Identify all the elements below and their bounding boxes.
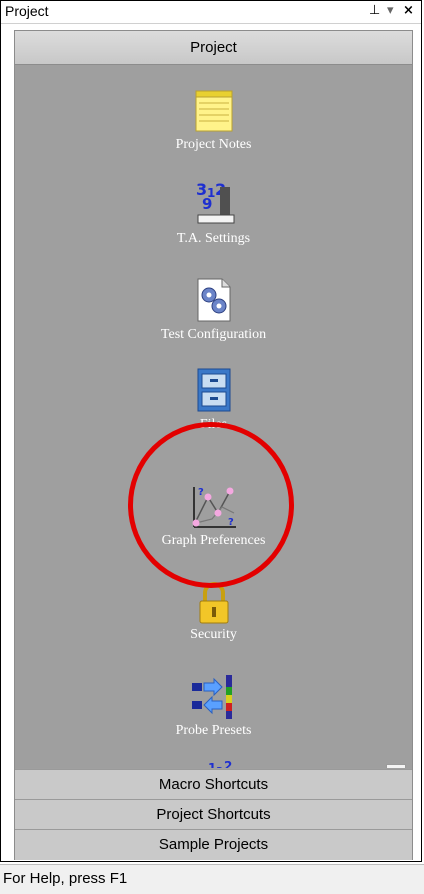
item-partial-tool[interactable]: 1 3 2: [15, 758, 412, 768]
probe-presets-icon: [191, 675, 232, 719]
svg-text:?: ?: [198, 487, 204, 498]
svg-text:2: 2: [224, 759, 232, 768]
item-label: Test Configuration: [160, 327, 267, 342]
ta-settings-icon: 3 1 2 9: [196, 180, 234, 224]
test-configuration-icon: [197, 278, 230, 322]
item-graph-preferences[interactable]: ? ? Graph Preferences: [15, 483, 412, 549]
svg-text:?: ?: [228, 517, 234, 528]
graph-preferences-icon: ? ?: [192, 487, 236, 528]
item-security[interactable]: Security: [15, 581, 412, 643]
item-label: Security: [190, 627, 237, 642]
item-files[interactable]: Files: [15, 365, 412, 433]
item-project-notes[interactable]: Project Notes: [15, 87, 412, 153]
project-items-list: Project Notes 3 1 2 9 T.A. Settings: [15, 65, 412, 768]
section-macro-shortcuts[interactable]: Macro Shortcuts: [15, 769, 412, 800]
panel-header-project[interactable]: Project: [15, 31, 412, 65]
project-pane: Project ⊥ ▾ × Project Project Notes 3 1: [0, 0, 422, 862]
item-label: T.A. Settings: [176, 231, 251, 246]
dropdown-icon[interactable]: ▾: [387, 3, 394, 18]
section-project-shortcuts[interactable]: Project Shortcuts: [15, 799, 412, 830]
notepad-icon: [195, 90, 232, 132]
item-ta-settings[interactable]: 3 1 2 9 T.A. Settings: [15, 179, 412, 247]
item-probe-presets[interactable]: Probe Presets: [15, 673, 412, 739]
status-text: For Help, press F1: [3, 870, 128, 887]
chevron-down-icon: ⌄: [391, 767, 401, 768]
padlock-icon: [199, 582, 228, 624]
pin-icon[interactable]: ⊥: [369, 3, 380, 18]
close-icon[interactable]: ×: [403, 3, 414, 18]
project-panel: Project Project Notes 3 1 2 9: [14, 30, 413, 860]
status-bar: For Help, press F1: [0, 864, 424, 894]
svg-text:9: 9: [202, 195, 212, 213]
item-label: Project Notes: [175, 137, 252, 152]
file-cabinet-icon: [197, 368, 230, 412]
pane-titlebar: Project ⊥ ▾ ×: [1, 1, 421, 24]
scroll-down-button[interactable]: ⌄: [386, 764, 406, 768]
svg-text:3: 3: [216, 766, 223, 768]
pane-title: Project: [5, 3, 49, 19]
numbered-tool-icon: 1 3 2: [208, 759, 232, 768]
section-sample-projects[interactable]: Sample Projects: [15, 829, 412, 860]
item-label: Probe Presets: [175, 723, 252, 738]
item-label: Graph Preferences: [161, 533, 266, 548]
item-label: Files: [199, 417, 228, 432]
item-test-configuration[interactable]: Test Configuration: [15, 275, 412, 343]
